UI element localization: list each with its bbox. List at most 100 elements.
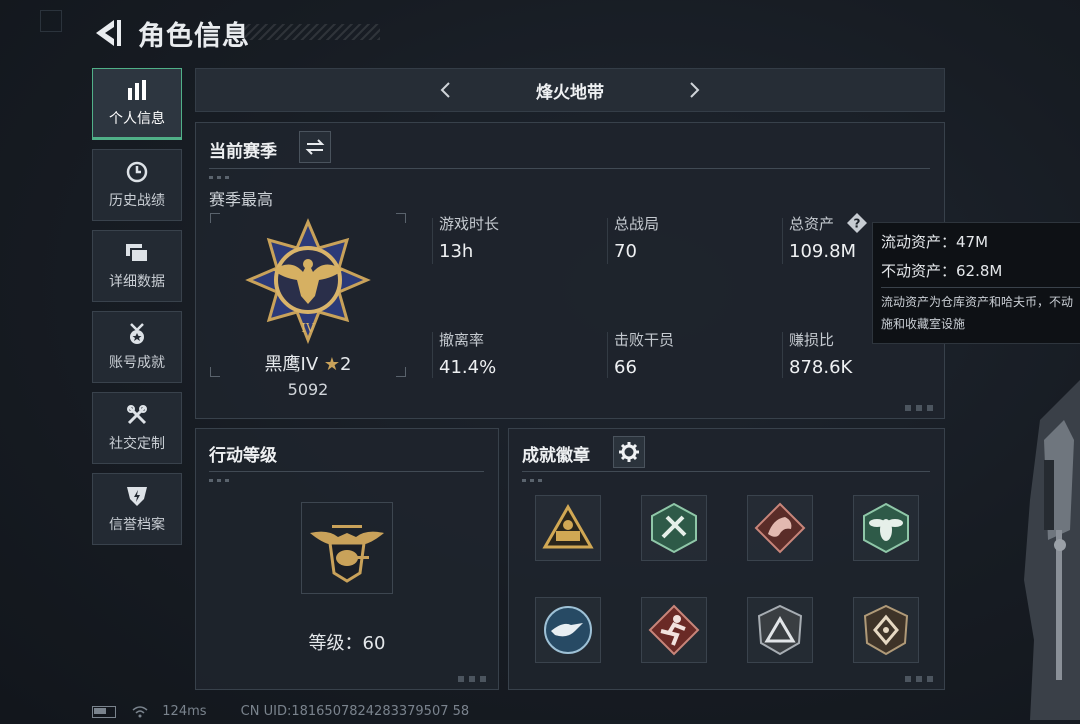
achievement-badge[interactable] <box>641 597 707 663</box>
sidebar-item-label: 详细数据 <box>109 274 165 290</box>
stat-separator <box>432 332 433 378</box>
helicopter-emblem-icon <box>310 525 384 583</box>
dragon-badge-icon <box>754 502 806 554</box>
hexagon-green-badge-icon <box>651 502 697 554</box>
stat-matches-label: 总战局 <box>614 215 660 233</box>
ping-value: 124ms <box>162 704 207 719</box>
achievement-badge[interactable] <box>535 597 601 663</box>
title-decoration <box>240 24 380 40</box>
sidebar-item-detailed-data[interactable]: 详细数据 <box>92 230 182 302</box>
status-bar: 124ms CN UID:1816507824283379507 58 <box>92 704 512 720</box>
gear-icon <box>619 442 639 462</box>
chevron-right-icon <box>690 82 700 98</box>
swap-icon <box>305 139 325 155</box>
season-divider <box>209 168 930 169</box>
sidebar-item-personal-info[interactable]: 个人信息 <box>92 68 182 140</box>
runner-badge-icon <box>648 604 700 656</box>
cards-icon <box>125 241 149 265</box>
achievement-badge[interactable] <box>853 597 919 663</box>
bar-chart-icon <box>125 78 149 102</box>
sidebar-item-label: 历史战绩 <box>109 193 165 209</box>
stat-kills-label: 击败干员 <box>614 331 675 349</box>
season-best-label: 赛季最高 <box>209 190 274 209</box>
tooltip-liquid-assets: 流动资产：47M <box>881 233 989 251</box>
level-panel-title: 行动等级 <box>209 446 277 466</box>
emblem-numeral: IV <box>301 321 315 335</box>
rank-name: 黑鹰IV <box>264 354 319 375</box>
season-title: 当前赛季 <box>209 142 277 162</box>
stat-playtime-label: 游戏时长 <box>439 215 500 233</box>
medal-icon <box>125 322 149 346</box>
stat-extract-rate-value: 41.4% <box>439 357 497 378</box>
panel-corner-dots <box>905 676 937 682</box>
sidebar-item-label: 账号成就 <box>109 355 165 371</box>
page-title: 角色信息 <box>138 21 250 52</box>
level-emblem-frame <box>301 502 393 594</box>
achievement-panel-title: 成就徽章 <box>522 446 590 466</box>
back-arrow-icon <box>96 20 121 46</box>
stat-playtime-value: 13h <box>439 241 474 262</box>
pyramid-shield-badge-icon <box>757 604 803 656</box>
season-switch-button[interactable] <box>299 131 331 163</box>
wasp-badge-icon <box>863 502 909 554</box>
sidebar-item-label: 社交定制 <box>109 436 165 452</box>
wifi-icon <box>132 704 152 719</box>
tooltip-note-line1: 流动资产为仓库资产和哈夫币，不动 <box>881 295 1074 309</box>
sidebar-item-history[interactable]: 历史战绩 <box>92 149 182 221</box>
question-icon: ? <box>847 213 867 233</box>
clock-icon <box>125 160 149 184</box>
achievement-divider <box>522 471 930 472</box>
triangle-badge-icon <box>542 503 594 549</box>
mode-title: 烽火地带 <box>536 83 604 103</box>
action-level-text: 等级：60 <box>308 633 386 654</box>
character-model <box>1000 380 1080 720</box>
panel-corner-dots <box>458 676 490 682</box>
stat-separator <box>432 218 433 264</box>
rank-emblem-icon: IV <box>243 218 373 345</box>
svg-text:?: ? <box>854 217 861 231</box>
back-button[interactable] <box>92 16 124 50</box>
diamond-shield-badge-icon <box>863 604 909 656</box>
star-icon: ★ <box>323 354 341 375</box>
rank-score: 5092 <box>287 380 329 399</box>
stat-profit-ratio-value: 878.6K <box>789 357 853 378</box>
tooltip-divider <box>881 287 1080 288</box>
corner-decoration <box>40 10 62 32</box>
assets-help-button[interactable]: ? <box>846 212 868 234</box>
panel-corner-dots <box>905 405 937 411</box>
stat-extract-rate-label: 撤离率 <box>439 331 485 349</box>
divider-dots <box>209 176 229 179</box>
stat-assets-value: 109.8M <box>789 241 857 262</box>
shield-icon <box>125 484 149 508</box>
divider-dots <box>209 479 229 482</box>
sidebar-item-label: 信誉档案 <box>109 517 165 533</box>
stat-separator <box>607 218 608 264</box>
tooltip-note-line2: 施和收藏室设施 <box>881 317 966 331</box>
achievement-badge[interactable] <box>853 495 919 561</box>
level-divider <box>209 471 484 472</box>
divider-dots <box>522 479 542 482</box>
stat-separator <box>782 218 783 264</box>
sidebar-item-achievements[interactable]: 账号成就 <box>92 311 182 383</box>
stat-separator <box>607 332 608 378</box>
tooltip-fixed-assets: 不动资产：62.8M <box>881 262 1003 280</box>
sidebar-item-credit-record[interactable]: 信誉档案 <box>92 473 182 545</box>
battery-icon <box>92 705 116 718</box>
rank-stars: 2 <box>340 354 352 375</box>
assets-tooltip: 流动资产：47M 不动资产：62.8M 流动资产为仓库资产和哈夫币，不动 施和收… <box>872 222 1080 344</box>
user-uid: CN UID:1816507824283379507 58 <box>240 704 470 719</box>
mode-next-button[interactable] <box>686 80 702 100</box>
achievement-badge[interactable] <box>747 597 813 663</box>
eagle-badge-icon <box>544 606 592 654</box>
achievement-badge[interactable] <box>641 495 707 561</box>
achievement-badge[interactable] <box>747 495 813 561</box>
achievement-settings-button[interactable] <box>613 436 645 468</box>
stat-kills-value: 66 <box>614 357 637 378</box>
tools-icon <box>125 403 149 427</box>
sidebar-item-label: 个人信息 <box>109 111 165 127</box>
sidebar-item-social-customize[interactable]: 社交定制 <box>92 392 182 464</box>
achievement-badge[interactable] <box>535 495 601 561</box>
stat-assets-label: 总资产 <box>789 215 835 233</box>
stat-matches-value: 70 <box>614 241 637 262</box>
rank-name-row: 黑鹰IV ★2 <box>210 350 406 376</box>
